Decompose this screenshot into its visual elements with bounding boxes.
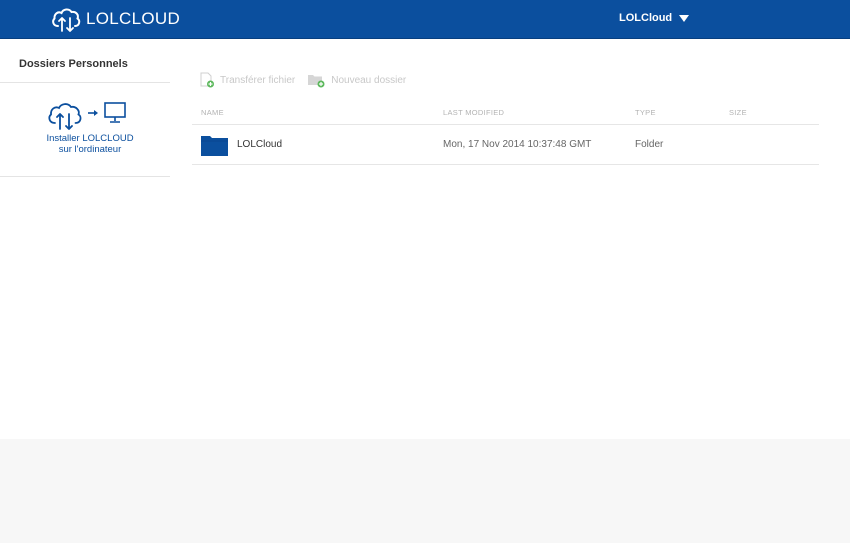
logo-text: LOLCLOUD [86, 9, 181, 28]
user-menu[interactable]: LOLCloud [619, 12, 690, 24]
toolbar: Transférer fichier Nouveau dossier [200, 72, 418, 88]
install-desktop-client[interactable]: Installer LOLCLOUD sur l'ordinateur [20, 97, 160, 155]
folder-icon [201, 136, 228, 156]
arrow-right-icon [88, 110, 98, 116]
new-folder-label: Nouveau dossier [331, 74, 407, 86]
main-content: Dossiers Personnels Installer LOLCLOUD s… [0, 39, 850, 439]
cloud-logo-icon [52, 8, 81, 32]
folder-add-icon [308, 75, 325, 88]
file-add-icon [200, 72, 214, 88]
install-icons [20, 97, 160, 133]
row-name[interactable]: LOLCloud [237, 139, 282, 150]
top-bar: LOLCLOUD LOLCloud [0, 0, 850, 39]
column-header-name[interactable]: NAME [201, 108, 224, 117]
caret-down-icon [679, 14, 690, 22]
upload-file-button[interactable]: Transférer fichier [200, 72, 295, 88]
install-label-line1: Installer LOLCLOUD [46, 133, 134, 144]
sidebar-divider [0, 176, 170, 177]
column-header-size[interactable]: SIZE [729, 108, 747, 117]
column-header-type[interactable]: TYPE [635, 108, 656, 117]
row-type: Folder [635, 139, 664, 150]
new-folder-button[interactable]: Nouveau dossier [307, 72, 406, 88]
monitor-icon [104, 102, 126, 123]
cloud-sync-icon [48, 103, 82, 130]
user-menu-label: LOLCloud [619, 12, 673, 24]
table-divider [192, 164, 819, 165]
install-label-line2: sur l'ordinateur [58, 144, 122, 155]
logo[interactable]: LOLCLOUD [50, 4, 180, 34]
column-header-modified[interactable]: LAST MODIFIED [443, 108, 504, 117]
upload-file-label: Transférer fichier [220, 74, 296, 86]
table-row[interactable]: LOLCloud Mon, 17 Nov 2014 10:37:48 GMT F… [192, 125, 819, 164]
row-modified: Mon, 17 Nov 2014 10:37:48 GMT [443, 139, 592, 150]
sidebar-divider [0, 82, 170, 83]
sidebar-title[interactable]: Dossiers Personnels [19, 58, 128, 70]
